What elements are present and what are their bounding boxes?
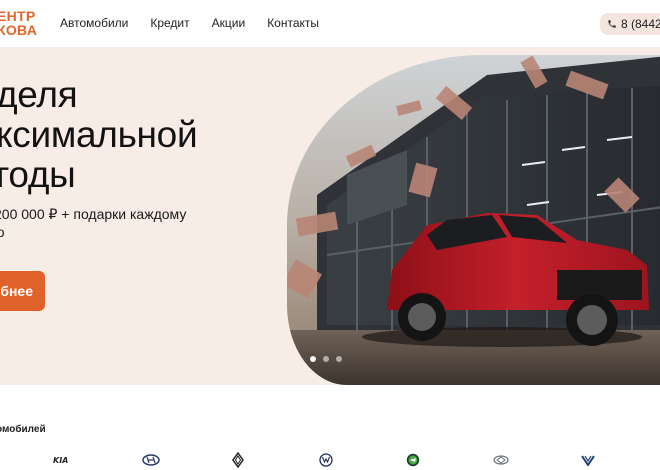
nav-cars[interactable]: Автомобили <box>60 16 128 30</box>
slider-dot[interactable] <box>310 356 316 362</box>
phone-button[interactable]: 8 (8442 <box>600 13 660 35</box>
changan-logo-icon[interactable] <box>580 452 596 468</box>
kia-logo-icon[interactable]: KIA <box>52 452 76 468</box>
logo[interactable]: ЕНТР КОВА <box>0 9 37 37</box>
more-details-button[interactable]: бнее <box>0 271 45 311</box>
chery-logo-icon[interactable] <box>492 452 510 468</box>
nav-credit[interactable]: Кредит <box>150 16 189 30</box>
main-nav: Автомобили Кредит Акции Контакты <box>60 16 319 30</box>
svg-text:KIA: KIA <box>53 456 68 464</box>
slider-dot[interactable] <box>323 356 329 362</box>
slider-dots <box>310 356 342 362</box>
hero-car-image <box>287 55 660 385</box>
hyundai-logo-icon[interactable] <box>141 452 161 468</box>
logo-line-2: КОВА <box>0 22 38 38</box>
skoda-logo-icon[interactable] <box>405 452 421 468</box>
hero-banner: деля ксимальной годы 200 000 ₽ + подарки… <box>0 47 660 385</box>
site-header: ЕНТР КОВА Автомобили Кредит Акции Контак… <box>0 0 660 47</box>
brand-logos-row: KIA <box>0 448 660 470</box>
phone-number: 8 (8442 <box>621 17 660 31</box>
phone-icon <box>608 20 616 28</box>
brands-heading: омобилей <box>0 424 46 435</box>
hero-subtitle: 200 000 ₽ + подарки каждому ю <box>0 206 187 240</box>
nav-promotions[interactable]: Акции <box>212 16 246 30</box>
logo-line-1: ЕНТР <box>0 8 36 24</box>
nav-contacts[interactable]: Контакты <box>267 16 319 30</box>
renault-logo-icon[interactable] <box>231 452 245 468</box>
volkswagen-logo-icon[interactable] <box>318 452 334 468</box>
hero-title: деля ксимальной годы <box>0 74 198 195</box>
slider-dot[interactable] <box>336 356 342 362</box>
